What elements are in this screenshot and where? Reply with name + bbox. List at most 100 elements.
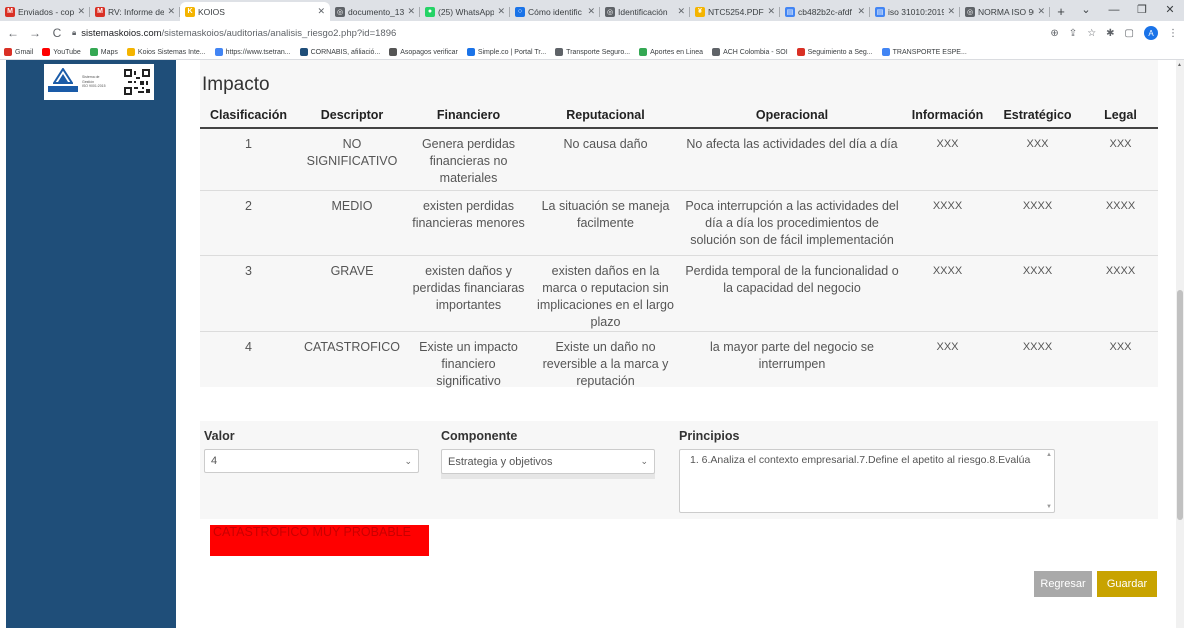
scroll-up-icon[interactable]: ▲ bbox=[1177, 62, 1182, 68]
close-tab-icon[interactable]: ✕ bbox=[947, 6, 955, 17]
close-tab-icon[interactable]: ✕ bbox=[857, 6, 865, 17]
menu-kebab-icon[interactable]: ⋮ bbox=[1168, 28, 1178, 39]
zoom-icon[interactable]: ⊕ bbox=[1050, 28, 1058, 39]
bookmark-item[interactable]: ACH Colombia - SOI bbox=[712, 48, 788, 56]
close-tab-icon[interactable]: ✕ bbox=[407, 6, 415, 17]
valor-select[interactable]: 4 ⌄ bbox=[204, 449, 419, 473]
browser-tab[interactable]: ◎ documento_13 ✕ bbox=[330, 2, 420, 21]
bookmark-label: YouTube bbox=[53, 48, 81, 56]
page-scrollbar[interactable]: ▲ bbox=[1176, 60, 1184, 628]
bookmark-item[interactable]: Gmail bbox=[4, 48, 33, 56]
bookmarks-bar: Gmail YouTube Maps Koios Sistemas Inte... ht… bbox=[0, 45, 1184, 60]
globe-icon: ◎ bbox=[335, 6, 345, 17]
tab-search-icon[interactable]: ⌄ bbox=[1072, 0, 1100, 21]
browser-tab[interactable]: ◎ Identificación ✕ bbox=[600, 2, 690, 21]
table-cell: existen daños en la marca o reputacion s… bbox=[530, 255, 681, 332]
bookmark-label: Transporte Seguro... bbox=[566, 48, 631, 56]
table-row: 3 GRAVE existen daños y perdidas financiar… bbox=[200, 255, 1158, 332]
table-cell: No causa daño bbox=[530, 128, 681, 191]
bookmark-label: CORNABIS, afiliació... bbox=[310, 48, 381, 56]
componente-selected: Estrategia y objetivos bbox=[448, 455, 553, 468]
browser-tab[interactable]: ¥ NTC5254.PDF ✕ bbox=[690, 2, 780, 21]
browser-tab[interactable]: M RV: Informe de ✕ bbox=[90, 2, 180, 21]
table-cell: No afecta las actividades del día a día bbox=[681, 128, 903, 191]
bookmark-label: Koios Sistemas Inte... bbox=[137, 48, 206, 56]
pdf-icon: ¥ bbox=[695, 6, 705, 17]
browser-tab-label: RV: Informe de bbox=[108, 6, 165, 17]
close-tab-icon[interactable]: ✕ bbox=[317, 6, 325, 17]
reload-icon[interactable]: C bbox=[50, 26, 64, 40]
bookmark-item[interactable]: Aportes en Linea bbox=[639, 48, 703, 56]
lock-icon: 🔒︎ bbox=[72, 28, 77, 37]
bookmark-label: Aportes en Linea bbox=[650, 48, 704, 56]
bookmark-icon bbox=[214, 48, 223, 56]
browser-tab[interactable]: ▤ iso 31010:2019 ✕ bbox=[870, 2, 960, 21]
guardar-button[interactable]: Guardar bbox=[1097, 571, 1157, 597]
extensions-icon[interactable]: ✱ bbox=[1106, 28, 1114, 39]
new-tab-button[interactable]: + bbox=[1050, 2, 1072, 21]
bookmark-icon bbox=[712, 48, 721, 56]
browser-tab[interactable]: ○ Cómo identific ✕ bbox=[510, 2, 600, 21]
browser-tab[interactable]: ◎ NORMA ISO 90 ✕ bbox=[960, 2, 1050, 21]
browser-tab-label: (25) WhatsApp bbox=[438, 6, 495, 17]
browser-tab[interactable]: ● (25) WhatsApp ✕ bbox=[420, 2, 510, 21]
browser-tab-label: NORMA ISO 90 bbox=[978, 6, 1035, 17]
bookmark-label: https://www.tsetran... bbox=[225, 48, 291, 56]
bookmark-item[interactable]: Asopagos verificar bbox=[389, 48, 458, 56]
address-bar[interactable]: 🔒︎ sistemaskoios.com/sistemaskoios/audit… bbox=[72, 24, 1042, 42]
table-cell: XXX bbox=[1109, 340, 1132, 353]
close-tab-icon[interactable]: ✕ bbox=[587, 6, 595, 17]
browser-tab-label: cb482b2c-afdf bbox=[798, 6, 852, 17]
bookmark-item[interactable]: CORNABIS, afiliació... bbox=[299, 48, 381, 56]
table-cell: XXXX bbox=[992, 255, 1083, 332]
regresar-button[interactable]: Regresar bbox=[1034, 571, 1092, 597]
bookmark-label: Asopagos verificar bbox=[400, 48, 458, 56]
browser-tab[interactable]: K KOIOS ✕ bbox=[180, 2, 330, 21]
principios-textarea[interactable]: 1. 6.Analiza el contexto empresarial.7.D… bbox=[679, 449, 1055, 513]
whatsapp-icon: ● bbox=[425, 6, 435, 17]
browser-tab[interactable]: M Enviados - copp ✕ bbox=[0, 2, 90, 21]
close-tab-icon[interactable]: ✕ bbox=[767, 6, 775, 17]
column-header: Estratégico bbox=[992, 102, 1083, 129]
browser-toolbar: ← → C 🔒︎ sistemaskoios.com/sistemaskoios… bbox=[0, 21, 1184, 45]
close-tab-icon[interactable]: ✕ bbox=[497, 6, 505, 17]
scroll-down-icon[interactable]: ▼ bbox=[1046, 504, 1052, 510]
maximize-icon[interactable]: ❐ bbox=[1128, 0, 1156, 21]
scroll-up-icon[interactable]: ▲ bbox=[1046, 452, 1052, 458]
bookmark-item[interactable]: Maps bbox=[89, 48, 118, 56]
scrollbar-thumb[interactable] bbox=[1177, 290, 1183, 520]
forward-arrow-icon[interactable]: → bbox=[28, 26, 42, 40]
profile-avatar[interactable]: A bbox=[1144, 26, 1158, 40]
close-tab-icon[interactable]: ✕ bbox=[1037, 6, 1045, 17]
main-content: Impacto Clasificación Descriptor Financier… bbox=[200, 60, 1170, 628]
risk-result-badge: CATASTROFICO MUY PROBABLE bbox=[210, 525, 429, 556]
bookmark-item[interactable]: YouTube bbox=[42, 48, 81, 56]
side-panel-icon[interactable]: ▢ bbox=[1125, 28, 1134, 39]
chevron-down-icon: ⌄ bbox=[640, 456, 648, 466]
table-cell: XXX bbox=[992, 128, 1083, 191]
minimize-icon[interactable]: — bbox=[1100, 0, 1128, 21]
bookmark-item[interactable]: Simple.co | Portal Tr... bbox=[466, 48, 546, 56]
close-tab-icon[interactable]: ✕ bbox=[77, 6, 85, 17]
table-cell: existen perdidas financieras menores bbox=[407, 190, 530, 256]
bookmark-item[interactable]: Transporte Seguro... bbox=[555, 48, 630, 56]
close-window-icon[interactable]: ✕ bbox=[1156, 0, 1184, 21]
bookmark-icon bbox=[126, 48, 135, 56]
componente-select[interactable]: Estrategia y objetivos ⌄ bbox=[441, 449, 655, 474]
back-arrow-icon[interactable]: ← bbox=[6, 26, 20, 40]
bookmark-item[interactable]: https://www.tsetran... bbox=[214, 48, 291, 56]
bookmark-item[interactable]: Koios Sistemas Inte... bbox=[126, 48, 206, 56]
close-tab-icon[interactable]: ✕ bbox=[677, 6, 685, 17]
share-icon[interactable]: ⇪ bbox=[1069, 28, 1077, 39]
browser-tab-label: iso 31010:2019 bbox=[888, 6, 945, 17]
browser-tab[interactable]: ▤ cb482b2c-afdf ✕ bbox=[780, 2, 870, 21]
close-tab-icon[interactable]: ✕ bbox=[167, 6, 175, 17]
bookmark-item[interactable]: TRANSPORTE ESPE... bbox=[881, 48, 967, 56]
impact-title: Impacto bbox=[202, 74, 270, 95]
doc-icon: ▤ bbox=[875, 6, 885, 17]
koios-icon: K bbox=[185, 6, 195, 17]
bookmark-item[interactable]: Seguimiento a Seg... bbox=[796, 48, 873, 56]
bookmark-label: TRANSPORTE ESPE... bbox=[892, 48, 967, 56]
table-cell: GRAVE bbox=[297, 255, 407, 332]
bookmark-star-icon[interactable]: ☆ bbox=[1087, 28, 1096, 39]
